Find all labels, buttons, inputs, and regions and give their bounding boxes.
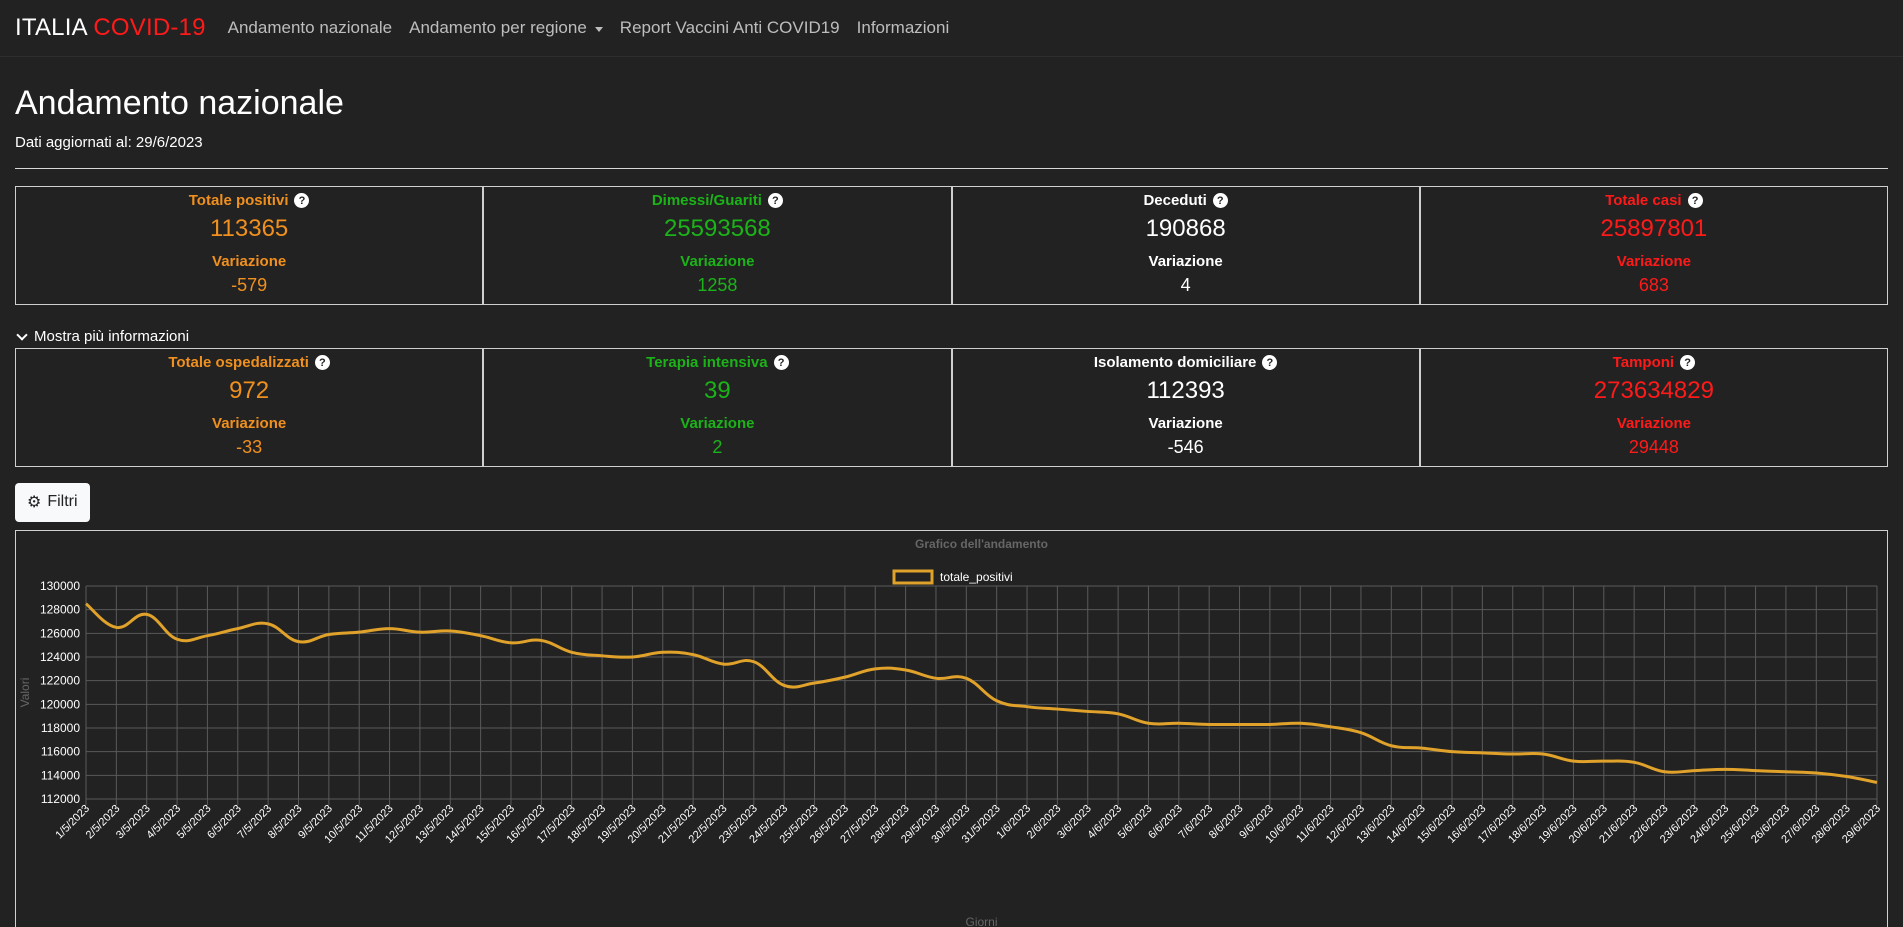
brand-right: COVID-19	[93, 14, 206, 41]
card-title: Totale ospedalizzati	[168, 353, 309, 371]
nav-andamento-regione-label: Andamento per regione	[409, 18, 587, 37]
card-variation: 4	[1180, 274, 1191, 295]
card-value: 25593568	[663, 214, 771, 242]
card-isolamento-domiciliare: Isolamento domiciliare? 112393 Variazion…	[951, 347, 1420, 467]
stats-row-secondary: Totale ospedalizzati? 972 Variazione -33…	[15, 347, 1888, 467]
help-icon[interactable]: ?	[767, 193, 783, 209]
legend-swatch	[892, 569, 934, 585]
stats-row-primary: Totale positivi? 113365 Variazione -579 …	[15, 185, 1888, 305]
help-icon[interactable]: ?	[1212, 193, 1228, 209]
card-title: Deceduti	[1143, 191, 1207, 209]
card-value: 39	[704, 376, 731, 404]
main-content: Andamento nazionale Dati aggiornati al: …	[0, 83, 1903, 927]
card-value: 113365	[209, 214, 289, 242]
divider	[15, 167, 1888, 169]
navbar: ITALIA COVID-19 Andamento nazionale Anda…	[0, 0, 1903, 57]
brand-logo[interactable]: ITALIA COVID-19	[15, 14, 206, 42]
card-variation: 2	[712, 436, 723, 457]
help-icon[interactable]: ?	[294, 193, 310, 209]
x-axis-label: Giorni	[965, 915, 997, 927]
card-sub-label: Variazione	[1148, 414, 1223, 432]
gears-icon: ⚙	[27, 494, 42, 512]
y-tick-label: 112000	[41, 792, 80, 806]
card-sub-label: Variazione	[680, 252, 755, 270]
card-value: 972	[229, 376, 270, 404]
y-tick-label: 128000	[40, 602, 80, 616]
card-variation: 683	[1638, 274, 1669, 295]
card-value: 190868	[1145, 214, 1226, 242]
card-value: 25897801	[1600, 214, 1708, 242]
chevron-down-icon	[16, 329, 28, 341]
y-tick-label: 114000	[41, 768, 80, 782]
filter-button[interactable]: ⚙ Filtri	[15, 482, 90, 522]
caret-down-icon	[594, 26, 603, 32]
card-title: Terapia intensiva	[646, 353, 768, 371]
card-tamponi: Tamponi? 273634829 Variazione 29448	[1419, 347, 1888, 467]
brand-left: ITALIA	[15, 14, 87, 41]
help-icon[interactable]: ?	[773, 355, 789, 371]
card-sub-label: Variazione	[1616, 252, 1691, 270]
help-icon[interactable]: ?	[1680, 355, 1696, 371]
y-tick-label: 130000	[40, 579, 80, 593]
series-line-totale-positivi	[85, 602, 1878, 784]
card-title: Dimessi/Guariti	[651, 191, 762, 209]
card-sub-label: Variazione	[212, 414, 287, 432]
card-value: 112393	[1146, 376, 1225, 404]
show-more-label: Mostra più informazioni	[34, 328, 190, 346]
nav-andamento-regione-dropdown[interactable]: Andamento per regione	[409, 18, 603, 38]
y-tick-label: 126000	[40, 626, 80, 640]
y-tick-label: 124000	[40, 650, 80, 664]
card-variation: -579	[231, 274, 268, 295]
card-variation: -33	[236, 436, 263, 457]
help-icon[interactable]: ?	[1262, 355, 1278, 371]
card-variation: 29448	[1628, 436, 1679, 457]
card-variation: -546	[1167, 436, 1204, 457]
card-value: 273634829	[1593, 376, 1714, 404]
trend-chart: Grafico dell'andamento totale_positivi 112…	[18, 537, 1883, 927]
y-tick-label: 120000	[40, 697, 80, 711]
card-title: Totale positivi	[188, 191, 289, 209]
card-sub-label: Variazione	[212, 252, 287, 270]
nav-informazioni[interactable]: Informazioni	[857, 18, 950, 38]
chart-container: Grafico dell'andamento totale_positivi 112…	[15, 529, 1888, 927]
card-variation: 1258	[697, 274, 738, 295]
help-icon[interactable]: ?	[314, 355, 330, 371]
filter-button-label: Filtri	[47, 493, 78, 511]
card-totale-positivi: Totale positivi? 113365 Variazione -579	[15, 185, 484, 305]
nav-andamento-nazionale[interactable]: Andamento nazionale	[228, 18, 392, 38]
y-axis-label: Valori	[18, 677, 32, 707]
card-sub-label: Variazione	[1148, 252, 1223, 270]
page-title: Andamento nazionale	[15, 84, 344, 122]
card-terapia-intensiva: Terapia intensiva? 39 Variazione 2	[483, 347, 952, 467]
nav-report-vaccini[interactable]: Report Vaccini Anti COVID19	[620, 18, 840, 38]
card-title: Tamponi	[1612, 353, 1675, 371]
card-totale-ospedalizzati: Totale ospedalizzati? 972 Variazione -33	[15, 347, 484, 467]
card-sub-label: Variazione	[1616, 414, 1691, 432]
help-icon[interactable]: ?	[1687, 193, 1703, 209]
card-dimessi-guariti: Dimessi/Guariti? 25593568 Variazione 125…	[483, 185, 952, 305]
card-title: Isolamento domiciliare	[1093, 353, 1257, 371]
y-tick-label: 122000	[40, 673, 80, 687]
card-deceduti: Deceduti? 190868 Variazione 4	[951, 185, 1420, 305]
y-tick-label: 116000	[41, 744, 80, 758]
y-tick-label: 118000	[41, 721, 80, 735]
legend-label: totale_positivi	[940, 570, 1013, 584]
card-sub-label: Variazione	[680, 414, 755, 432]
chart-title: Grafico dell'andamento	[915, 537, 1048, 551]
card-totale-casi: Totale casi? 25897801 Variazione 683	[1419, 185, 1888, 305]
card-title: Totale casi	[1605, 191, 1682, 209]
show-more-toggle[interactable]: Mostra più informazioni	[15, 326, 1888, 348]
updated-date: Dati aggiornati al: 29/6/2023	[15, 133, 203, 151]
